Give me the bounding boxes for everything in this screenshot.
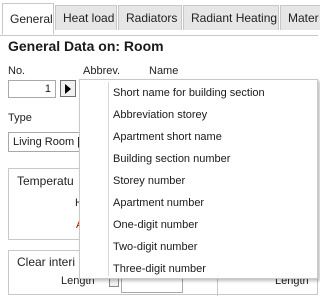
menu-item-three-digit-number[interactable]: Three-digit number xyxy=(113,258,206,280)
tab-radiators[interactable]: Radiators xyxy=(118,5,182,30)
tab-heat-load[interactable]: Heat load xyxy=(55,5,117,30)
abbrev-insert-button[interactable] xyxy=(60,80,76,97)
menu-item-two-digit-number[interactable]: Two-digit number xyxy=(113,236,197,258)
menu-icon-column-separator xyxy=(108,82,109,276)
tab-materials[interactable]: Mater xyxy=(280,5,320,30)
menu-item-abbreviation-storey[interactable]: Abbreviation storey xyxy=(113,104,207,126)
temperature-group-title: Temperatu xyxy=(17,174,74,188)
name-label: Name xyxy=(149,65,179,77)
menu-item-short-name-building-section[interactable]: Short name for building section xyxy=(113,82,265,104)
menu-item-storey-number[interactable]: Storey number xyxy=(113,170,185,192)
menu-item-one-digit-number[interactable]: One-digit number xyxy=(113,214,198,236)
tab-general[interactable]: General xyxy=(2,3,54,35)
type-label: Type xyxy=(8,112,32,124)
temperature-group: Temperatu H A xyxy=(8,168,84,240)
room-number-field[interactable]: 1 xyxy=(8,80,56,98)
room-type-select[interactable]: Living Room [\ xyxy=(8,132,80,152)
menu-item-building-section-number[interactable]: Building section number xyxy=(113,148,230,170)
menu-item-apartment-short-name[interactable]: Apartment short name xyxy=(113,126,222,148)
clear-interior-title: Clear interi xyxy=(17,255,76,269)
abbrev-dropdown-menu: Short name for building section Abbrevia… xyxy=(79,79,318,279)
page-title: General Data on: Room xyxy=(8,38,164,54)
no-label: No. xyxy=(8,65,26,77)
tab-radiant-heating[interactable]: Radiant Heating xyxy=(183,5,279,30)
menu-item-apartment-number[interactable]: Apartment number xyxy=(113,192,204,214)
abbrev-label: Abbrev. xyxy=(83,65,121,77)
tab-bar: General Heat load Radiators Radiant Heat… xyxy=(0,0,320,36)
